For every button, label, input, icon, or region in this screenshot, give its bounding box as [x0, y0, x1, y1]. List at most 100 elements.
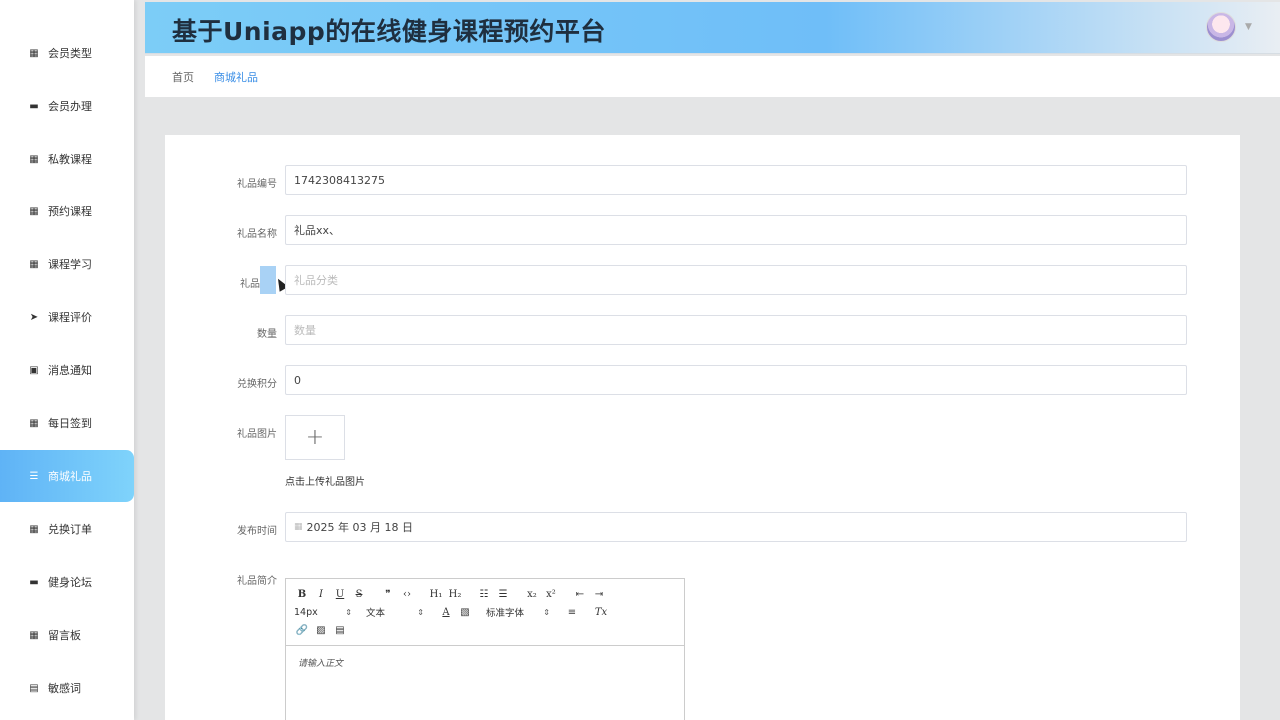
sidebar-item-label: 预约课程: [48, 205, 92, 218]
gift-form-card: 礼品编号 1742308413275 礼品名称 礼品xx、 礼品 礼品分类 数量…: [165, 135, 1240, 720]
sidebar-item-course-study[interactable]: ▦ 课程学习: [0, 238, 134, 290]
sidebar-item-label: 课程学习: [48, 258, 92, 271]
app-title: 基于Uniapp的在线健身课程预约平台: [172, 17, 606, 46]
superscript-icon[interactable]: x²: [543, 589, 559, 600]
publish-time-input[interactable]: ▦ 2025 年 03 月 18 日: [285, 512, 1187, 542]
editor-toolbar: B I U S ❞ ‹› H₁ H₂ ☷ ☰ x₂ x² ⇤ ⇥ 14px ⇕ …: [286, 579, 684, 646]
file-icon: ▤: [29, 682, 39, 694]
link-icon[interactable]: 🔗: [294, 625, 310, 636]
sidebar-item-gift-mall[interactable]: ☰ 商城礼品: [0, 450, 134, 502]
chevron-down-icon[interactable]: ▼: [1245, 22, 1252, 32]
grid-icon: ▦: [29, 629, 39, 641]
ordered-list-icon[interactable]: ☷: [476, 589, 492, 600]
sidebar-item-label: 私教课程: [48, 153, 92, 166]
sidebar-item-booking[interactable]: ▦ 预约课程: [0, 185, 134, 237]
monitor-icon: ▬: [29, 576, 39, 588]
indent-icon[interactable]: ⇥: [591, 589, 607, 600]
gift-category-select[interactable]: 礼品分类: [285, 265, 1187, 295]
grid-icon: ▦: [29, 47, 39, 59]
quantity-input[interactable]: 数量: [285, 315, 1187, 345]
publish-time-value: 2025 年 03 月 18 日: [306, 521, 413, 534]
text-type-value: 文本: [366, 608, 386, 619]
publish-time-label: 发布时间: [237, 526, 277, 537]
grid-icon: ▦: [29, 417, 39, 429]
grid-icon: ▦: [29, 523, 39, 535]
gift-no-input[interactable]: 1742308413275: [285, 165, 1187, 195]
breadcrumb-current: 商城礼品: [214, 70, 258, 84]
breadcrumb-home[interactable]: 首页: [172, 69, 194, 85]
font-family-select[interactable]: 标准字体 ⇕: [486, 605, 550, 620]
font-color-icon[interactable]: A: [438, 607, 454, 618]
select-arrow-icon: ⇕: [543, 607, 550, 617]
background-color-icon[interactable]: ▧: [457, 607, 473, 618]
align-icon[interactable]: ≡: [564, 607, 580, 618]
select-arrow-icon: ⇕: [345, 607, 352, 617]
italic-icon[interactable]: I: [313, 589, 329, 600]
subscript-icon[interactable]: x₂: [524, 589, 540, 600]
upload-hint: 点击上传礼品图片: [285, 477, 365, 488]
sidebar-item-exchange-orders[interactable]: ▦ 兑换订单: [0, 503, 134, 555]
grid-icon: ▦: [29, 205, 39, 217]
blockquote-icon[interactable]: ❞: [380, 589, 396, 600]
plus-icon: +: [305, 425, 325, 450]
gift-category-label: 礼品: [240, 279, 260, 290]
list-icon: ☰: [29, 470, 39, 482]
card-icon: ▬: [29, 100, 39, 112]
image-icon[interactable]: ▨: [313, 625, 329, 636]
sidebar-item-label: 健身论坛: [48, 576, 92, 589]
sidebar-item-private-course[interactable]: ▦ 私教课程: [0, 133, 134, 185]
sidebar-item-message-board[interactable]: ▦ 留言板: [0, 609, 134, 661]
top-header: 基于Uniapp的在线健身课程预约平台 ▼: [145, 2, 1280, 54]
header-select[interactable]: 文本 ⇕: [366, 605, 424, 620]
outdent-icon[interactable]: ⇤: [572, 589, 588, 600]
sidebar-item-label: 每日签到: [48, 417, 92, 430]
gift-name-input[interactable]: 礼品xx、: [285, 215, 1187, 245]
sidebar-item-sensitive-words[interactable]: ▤ 敏感词: [0, 662, 134, 714]
sidebar-item-checkin[interactable]: ▦ 每日签到: [0, 397, 134, 449]
quantity-label: 数量: [257, 329, 277, 340]
font-family-value: 标准字体: [486, 608, 525, 619]
video-icon[interactable]: ▤: [332, 625, 348, 636]
strike-icon[interactable]: S: [351, 589, 367, 600]
clear-format-icon[interactable]: Tx: [593, 607, 609, 618]
rich-text-editor[interactable]: B I U S ❞ ‹› H₁ H₂ ☷ ☰ x₂ x² ⇤ ⇥ 14px ⇕ …: [285, 578, 685, 720]
font-size-select[interactable]: 14px ⇕: [294, 607, 352, 618]
sidebar-item-label: 兑换订单: [48, 523, 92, 536]
send-icon: ➤: [29, 311, 39, 323]
sidebar-item-member-apply[interactable]: ▬ 会员办理: [0, 80, 134, 132]
sidebar: ▦ 会员类型 ▬ 会员办理 ▦ 私教课程 ▦ 预约课程 ▦ 课程学习 ➤ 课程评…: [0, 0, 134, 720]
bullet-list-icon[interactable]: ☰: [495, 589, 511, 600]
editor-body[interactable]: 请输入正文: [286, 646, 684, 679]
sidebar-item-course-review[interactable]: ➤ 课程评价: [0, 291, 134, 343]
sidebar-item-forum[interactable]: ▬ 健身论坛: [0, 556, 134, 608]
font-size-value: 14px: [294, 606, 318, 618]
calendar-icon: ▦: [294, 522, 303, 532]
sidebar-item-notice[interactable]: ▣ 消息通知: [0, 344, 134, 396]
bold-icon[interactable]: B: [294, 589, 310, 600]
points-label: 兑换积分: [237, 379, 277, 390]
breadcrumb: 首页 商城礼品: [145, 56, 1280, 97]
points-input[interactable]: 0: [285, 365, 1187, 395]
sidebar-item-label: 留言板: [48, 629, 81, 642]
sidebar-item-label: 会员办理: [48, 100, 92, 113]
gift-name-label: 礼品名称: [237, 229, 277, 240]
h2-icon[interactable]: H₂: [447, 589, 463, 600]
h1-icon[interactable]: H₁: [428, 589, 444, 600]
avatar[interactable]: [1206, 12, 1236, 42]
grid-icon: ▦: [29, 258, 39, 270]
sidebar-item-member-type[interactable]: ▦ 会员类型: [0, 27, 134, 79]
underline-icon[interactable]: U: [332, 589, 348, 600]
sidebar-item-label: 消息通知: [48, 364, 92, 377]
sidebar-item-label: 敏感词: [48, 682, 81, 695]
select-arrow-icon: ⇕: [417, 607, 424, 617]
gift-image-label: 礼品图片: [237, 429, 277, 440]
clipboard-icon: ▣: [29, 364, 39, 376]
gift-no-label: 礼品编号: [237, 179, 277, 190]
sidebar-item-label: 商城礼品: [48, 470, 92, 483]
sidebar-item-label: 会员类型: [48, 47, 92, 60]
intro-label: 礼品简介: [237, 576, 277, 587]
sidebar-item-label: 课程评价: [48, 311, 92, 324]
grid-icon: ▦: [29, 153, 39, 165]
upload-image-button[interactable]: +: [285, 415, 345, 460]
code-icon[interactable]: ‹›: [399, 589, 415, 600]
